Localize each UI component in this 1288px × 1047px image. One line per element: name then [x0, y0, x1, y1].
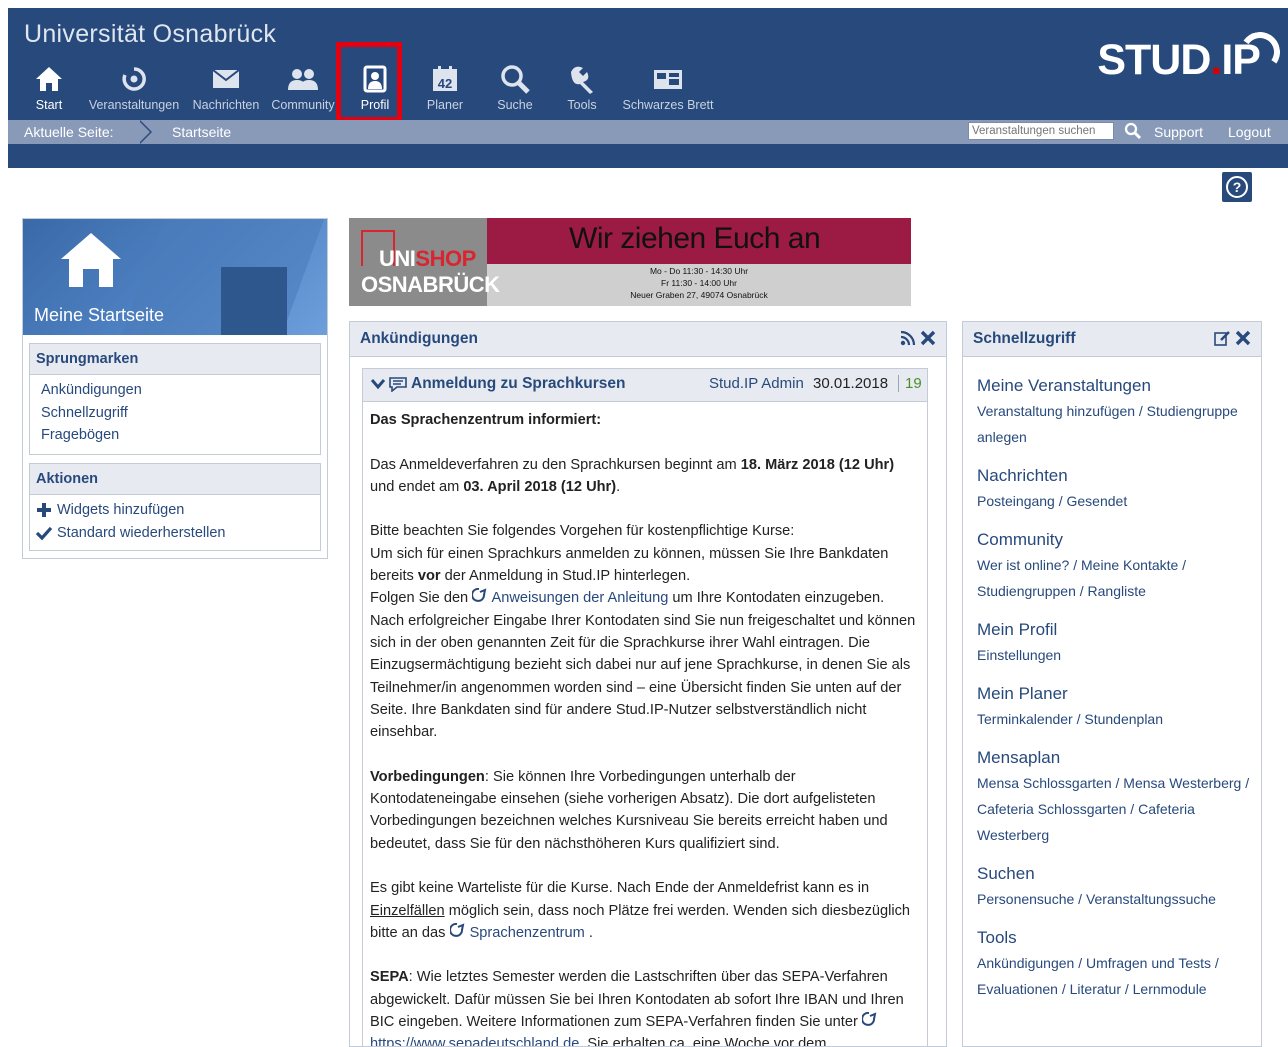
quick-access-title: Schnellzugriff: [973, 330, 1076, 347]
nav-nachrichten[interactable]: Nachrichten: [186, 60, 266, 120]
header: Universität Osnabrück STUD.IP Start Vera…: [8, 8, 1288, 120]
quick-links-mensa[interactable]: Mensa Schlossgarten / Mensa Westerberg /…: [977, 770, 1257, 848]
studip-logo[interactable]: STUD.IP: [1097, 36, 1261, 85]
sidebar-title: Meine Startseite: [34, 305, 165, 325]
close-icon[interactable]: [920, 330, 936, 351]
unishop-banner[interactable]: UNISHOP OSNABRÜCK Wir ziehen Euch an Mo …: [349, 218, 911, 306]
jump-quick-access[interactable]: Schnellzugriff: [30, 402, 320, 425]
banner-address: Neuer Graben 27, 49074 Osnabrück: [630, 290, 768, 300]
quick-links-profile[interactable]: Einstellungen: [977, 642, 1257, 668]
plus-icon: [37, 503, 51, 518]
unishop-city: OSNABRÜCK: [361, 272, 500, 297]
language-center-link[interactable]: Sprachenzentrum: [448, 922, 585, 941]
course-search-input[interactable]: [968, 122, 1114, 140]
quick-heading-community[interactable]: Community: [977, 528, 1257, 552]
quick-heading-planner[interactable]: Mein Planer: [977, 682, 1257, 706]
actions-box: Aktionen Widgets hinzufügen Standard wie…: [29, 463, 321, 551]
sidebar: Meine Startseite Sprungmarken Ankündigun…: [22, 218, 328, 559]
announcement-item: Anmeldung zu Sprachkursen Stud.IP Admin …: [362, 368, 928, 1046]
tools-icon: [567, 60, 597, 98]
community-icon: [287, 60, 319, 98]
external-link-icon: [471, 588, 487, 603]
mail-icon: [212, 60, 240, 98]
quick-links-tools[interactable]: Ankündigungen / Umfragen und Tests / Eva…: [977, 950, 1257, 1002]
sidebar-header: Meine Startseite: [23, 219, 327, 335]
quick-access-list: Meine Veranstaltungen Veranstaltung hinz…: [977, 366, 1257, 1002]
quick-heading-search[interactable]: Suchen: [977, 862, 1257, 886]
breadcrumb: Aktuelle Seite: Startseite Support Logou…: [8, 120, 1288, 144]
banner-hours-1: Mo - Do 11:30 - 14:30 Uhr: [649, 266, 749, 276]
chevron-down-icon: [371, 379, 385, 390]
announcement-views: 19: [898, 375, 922, 392]
announcement-item-header[interactable]: Anmeldung zu Sprachkursen Stud.IP Admin …: [363, 369, 927, 402]
close-icon[interactable]: [1235, 330, 1251, 351]
nav-tools[interactable]: Tools: [550, 60, 614, 120]
announcements-title: Ankündigungen: [360, 330, 478, 347]
quick-links-community[interactable]: Wer ist online? / Meine Kontakte / Studi…: [977, 552, 1257, 604]
search-icon: [500, 60, 530, 98]
nav-schwarzes-brett[interactable]: Schwarzes Brett: [614, 60, 722, 120]
help-button[interactable]: ?: [1222, 172, 1252, 202]
banner-hours-2: Fr 11:30 - 14:00 Uhr: [661, 278, 737, 288]
quick-access-header: Schnellzugriff: [963, 322, 1261, 357]
banner-headline: Wir ziehen Euch an: [569, 222, 821, 255]
sub-navigation-bar: [8, 144, 1288, 168]
profile-highlight-frame: [336, 42, 402, 122]
seminar-icon: [120, 60, 148, 98]
main-content: ? Meine Startseite Sprungmarken Ankündig…: [8, 168, 1288, 1047]
announcement-author[interactable]: Stud.IP Admin: [709, 375, 804, 392]
quick-heading-profile[interactable]: Mein Profil: [977, 618, 1257, 642]
support-link[interactable]: Support: [1154, 124, 1203, 140]
announcement-title: Anmeldung zu Sprachkursen: [411, 375, 626, 392]
quick-links-messages[interactable]: Posteingang / Gesendet: [977, 488, 1257, 514]
external-link-icon: [860, 1012, 877, 1026]
news-icon: [389, 377, 407, 392]
jump-marks-title: Sprungmarken: [30, 344, 320, 375]
home-icon: [35, 60, 63, 98]
add-widgets-action[interactable]: Widgets hinzufügen: [30, 499, 320, 522]
nav-planer[interactable]: 42 Planer: [410, 60, 480, 120]
quick-heading-tools[interactable]: Tools: [977, 926, 1257, 950]
calendar-icon: 42: [431, 60, 459, 98]
quick-links-search[interactable]: Personensuche / Veranstaltungssuche: [977, 886, 1257, 912]
quick-links-planner[interactable]: Terminkalender / Stundenplan: [977, 706, 1257, 732]
nav-veranstaltungen[interactable]: Veranstaltungen: [82, 60, 186, 120]
breadcrumb-label: Aktuelle Seite:: [24, 124, 114, 140]
nav-community[interactable]: Community: [266, 60, 340, 120]
nav-start[interactable]: Start: [16, 60, 82, 120]
quick-heading-messages[interactable]: Nachrichten: [977, 464, 1257, 488]
announcement-date: 30.01.2018: [813, 375, 889, 392]
announcement-body: Das Sprachenzentrum informiert: Das Anme…: [370, 409, 922, 1046]
quick-heading-courses[interactable]: Meine Veranstaltungen: [977, 374, 1257, 398]
jump-questionnaires[interactable]: Fragebögen: [30, 424, 320, 447]
edit-icon[interactable]: [1214, 330, 1231, 351]
home-large-icon: [59, 231, 123, 294]
nav-suche[interactable]: Suche: [480, 60, 550, 120]
university-title: Universität Osnabrück: [24, 20, 277, 48]
breadcrumb-current-page[interactable]: Startseite: [172, 124, 231, 140]
manual-link[interactable]: Anweisungen der Anleitung: [471, 588, 668, 606]
quick-links-courses[interactable]: Veranstaltung hinzufügen / Studiengruppe…: [977, 398, 1257, 450]
unishop-brand: UNISHOP: [379, 246, 476, 271]
jump-marks-box: Sprungmarken Ankündigungen Schnellzugrif…: [29, 343, 321, 455]
checkmark-icon: [36, 526, 52, 541]
svg-text:42: 42: [438, 76, 452, 91]
quick-heading-mensa[interactable]: Mensaplan: [977, 746, 1257, 770]
question-icon: ?: [1226, 176, 1248, 198]
actions-title: Aktionen: [30, 464, 320, 495]
quick-access-widget: Schnellzugriff Meine Veranstaltungen Ver…: [962, 321, 1262, 1047]
restore-default-action[interactable]: Standard wiederherstellen: [30, 522, 320, 545]
logout-link[interactable]: Logout: [1228, 124, 1271, 140]
announcements-header: Ankündigungen: [350, 322, 946, 357]
external-link-icon: [448, 922, 464, 937]
search-submit-icon[interactable]: [1124, 122, 1142, 143]
jump-announcements[interactable]: Ankündigungen: [30, 379, 320, 402]
board-icon: [653, 60, 683, 98]
announcements-widget: Ankündigungen Anmeldung zu Sprachkursen …: [349, 321, 947, 1047]
rss-icon[interactable]: [900, 330, 916, 351]
